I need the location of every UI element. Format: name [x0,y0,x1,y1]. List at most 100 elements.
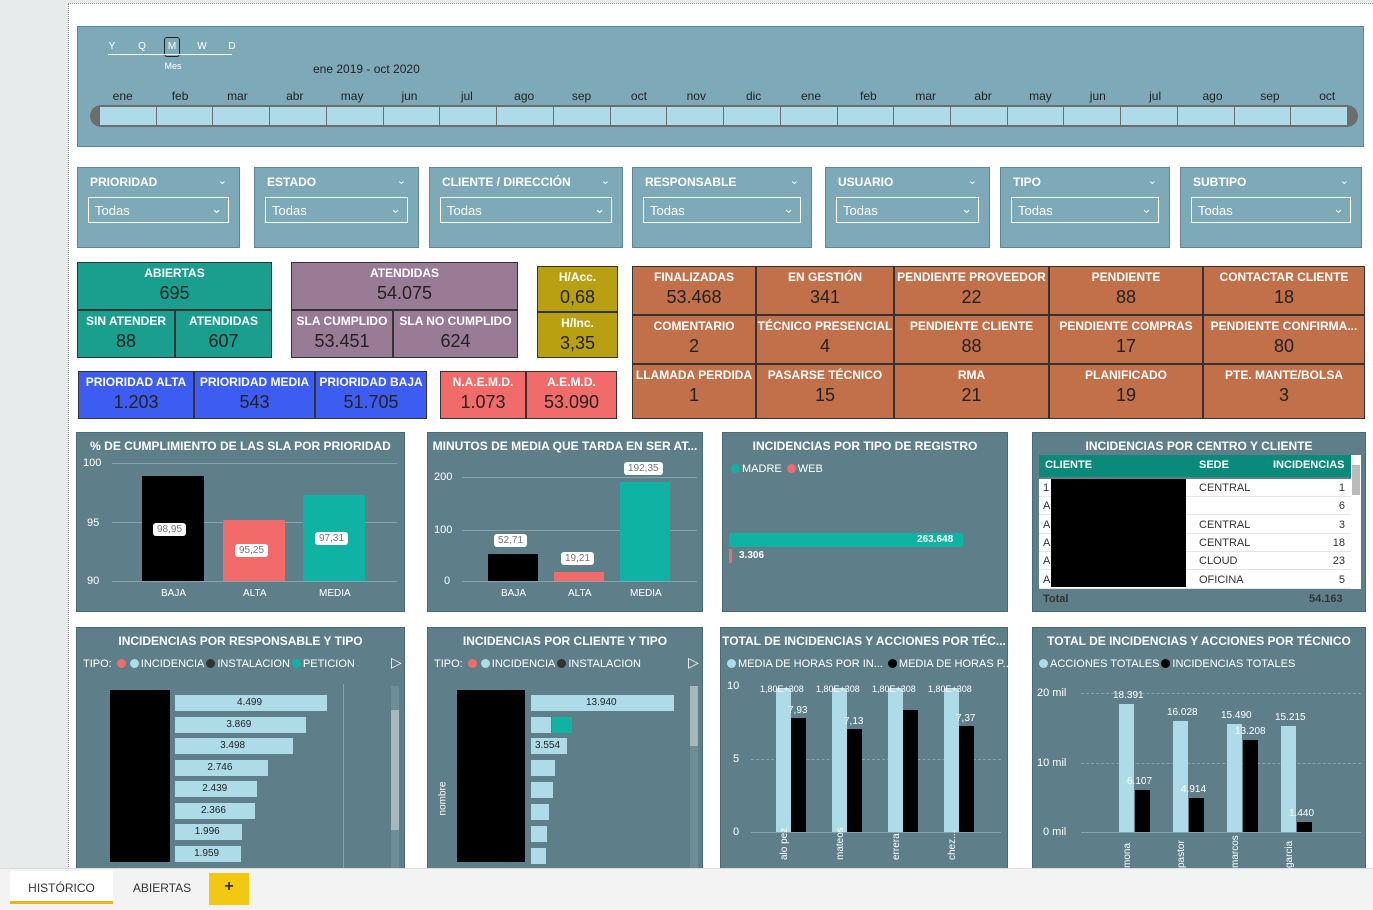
bar-media[interactable] [620,482,670,581]
slicer-cliente-direcci-n[interactable]: CLIENTE / DIRECCIÓN ⌄ Todas ⌄ [429,167,623,248]
month-cell[interactable] [667,107,724,125]
bar-incidencias[interactable] [1189,797,1204,832]
tab-abiertas[interactable]: ABIERTAS [118,871,206,904]
bar[interactable] [531,717,551,733]
slicer-subtipo[interactable]: SUBTIPO ⌄ Todas ⌄ [1180,167,1362,248]
chart-cliente-tipo: INCIDENCIAS POR CLIENTE Y TIPO TIPO: INC… [427,627,703,872]
bar-alta[interactable] [554,572,604,581]
month-cell[interactable] [1291,107,1348,125]
slicer-dropdown[interactable]: Todas ⌄ [836,197,979,223]
chevron-down-icon[interactable]: ⌄ [790,174,799,187]
timeline-bar[interactable] [90,105,1358,127]
month-cell[interactable] [156,107,213,125]
add-page-button[interactable]: + [209,873,249,905]
data-label: 6.107 [1127,775,1153,787]
gran-quarter[interactable]: Q [134,41,150,52]
bar-acciones[interactable] [1173,720,1188,832]
chevron-down-icon[interactable]: ⌄ [1340,174,1349,187]
col-incidencias[interactable]: INCIDENCIAS [1273,459,1345,471]
bar[interactable] [552,717,572,733]
bar-media-horas-acc[interactable] [791,717,806,832]
chevron-down-icon[interactable]: ⌄ [968,174,977,187]
month-cell[interactable] [837,107,894,125]
gran-year[interactable]: Y [104,41,120,52]
timeline-range: ene 2019 - oct 2020 [313,62,420,76]
kpi-aemd: A.E.M.D. 53.090 [526,371,617,419]
bar-acciones[interactable] [1227,724,1242,832]
tab-historico[interactable]: HISTÓRICO [10,871,113,904]
chevron-down-icon: ⌄ [211,201,222,216]
slicer-prioridad[interactable]: PRIORIDAD ⌄ Todas ⌄ [77,167,240,248]
slicer-dropdown[interactable]: Todas ⌄ [1191,197,1351,223]
month-cell[interactable] [724,107,780,125]
month-cell[interactable] [100,107,156,125]
gran-week[interactable]: W [194,41,210,52]
bar-baja[interactable] [488,554,538,581]
month-label: jun [401,89,418,103]
month-cell[interactable] [780,107,837,125]
bar-media-horas-inc[interactable] [944,688,959,832]
chevron-right-icon[interactable]: ▷ [688,654,699,671]
month-cell[interactable] [383,107,440,125]
y-tick: 5 [733,753,740,765]
bar-acciones[interactable] [1119,704,1134,832]
slicer-tipo[interactable]: TIPO ⌄ Todas ⌄ [1000,167,1170,248]
scrollbar[interactable] [690,686,698,872]
data-label: 1,80E+308 [760,684,804,694]
month-cell[interactable] [894,107,951,125]
bar-incidencias[interactable] [1243,740,1258,832]
bar-incidencias[interactable] [1135,789,1150,832]
data-label: 15.215 [1275,712,1306,724]
bar-incidencias[interactable] [1297,821,1312,832]
kpi-abiertas: ABIERTAS 695 [77,262,272,310]
gran-day[interactable]: D [224,41,240,52]
legend: MADRE WEB [729,463,823,475]
slicer-title: PRIORIDAD [90,175,158,189]
x-tick: chez... [947,830,958,860]
scrollbar[interactable] [1351,455,1361,589]
month-cell[interactable] [951,107,1007,125]
slicer-dropdown[interactable]: Todas ⌄ [643,197,801,223]
month-cell[interactable] [1064,107,1121,125]
slicer-dropdown[interactable]: Todas ⌄ [88,197,229,223]
slicer-dropdown[interactable]: Todas ⌄ [265,197,408,223]
bar-web[interactable] [729,549,732,563]
slicer-dropdown[interactable]: Todas ⌄ [440,197,612,223]
col-sede[interactable]: SEDE [1199,459,1229,471]
slicer-estado[interactable]: ESTADO ⌄ Todas ⌄ [254,167,419,248]
month-cell[interactable] [1121,107,1177,125]
month-cell[interactable] [610,107,667,125]
chevron-down-icon[interactable]: ⌄ [218,174,227,187]
bar-media-horas-acc[interactable] [959,725,974,832]
y-tick: 0 [444,575,451,587]
data-label: 263.648 [917,534,954,545]
slicer-responsable[interactable]: RESPONSABLE ⌄ Todas ⌄ [632,167,812,248]
slicer-dropdown[interactable]: Todas ⌄ [1011,197,1159,223]
bar-media-horas-acc[interactable] [847,729,862,832]
data-label: 2.746 [207,761,233,773]
month-cell[interactable] [440,107,497,125]
month-cell[interactable] [1234,107,1291,125]
month-cell[interactable] [213,107,270,125]
bar-media-horas-acc[interactable] [903,709,918,832]
chevron-down-icon[interactable]: ⌄ [1148,174,1157,187]
scrollbar[interactable] [391,686,399,872]
chevron-right-icon[interactable]: ▷ [391,654,402,671]
kpi-state: PASARSE TÉCNICO 15 [756,364,894,419]
bar-media-horas-inc[interactable] [888,688,903,832]
month-cell[interactable] [497,107,553,125]
kpi-state: TÉCNICO PRESENCIAL 4 [756,315,894,364]
chevron-down-icon[interactable]: ⌄ [397,174,406,187]
month-cell[interactable] [1007,107,1064,125]
x-tick: pastor [1176,840,1187,868]
month-cell[interactable] [553,107,610,125]
timeline-slicer[interactable]: Y Q M W D Mes ene 2019 - oct 2020 ene feb… [77,26,1364,147]
month-cell[interactable] [270,107,326,125]
bar-media-horas-inc[interactable] [832,688,847,832]
month-cell[interactable] [326,107,383,125]
month-label: may [1029,89,1052,103]
chevron-down-icon[interactable]: ⌄ [601,174,610,187]
col-cliente[interactable]: CLIENTE [1045,459,1092,471]
slicer-usuario[interactable]: USUARIO ⌄ Todas ⌄ [825,167,990,248]
month-cell[interactable] [1177,107,1234,125]
